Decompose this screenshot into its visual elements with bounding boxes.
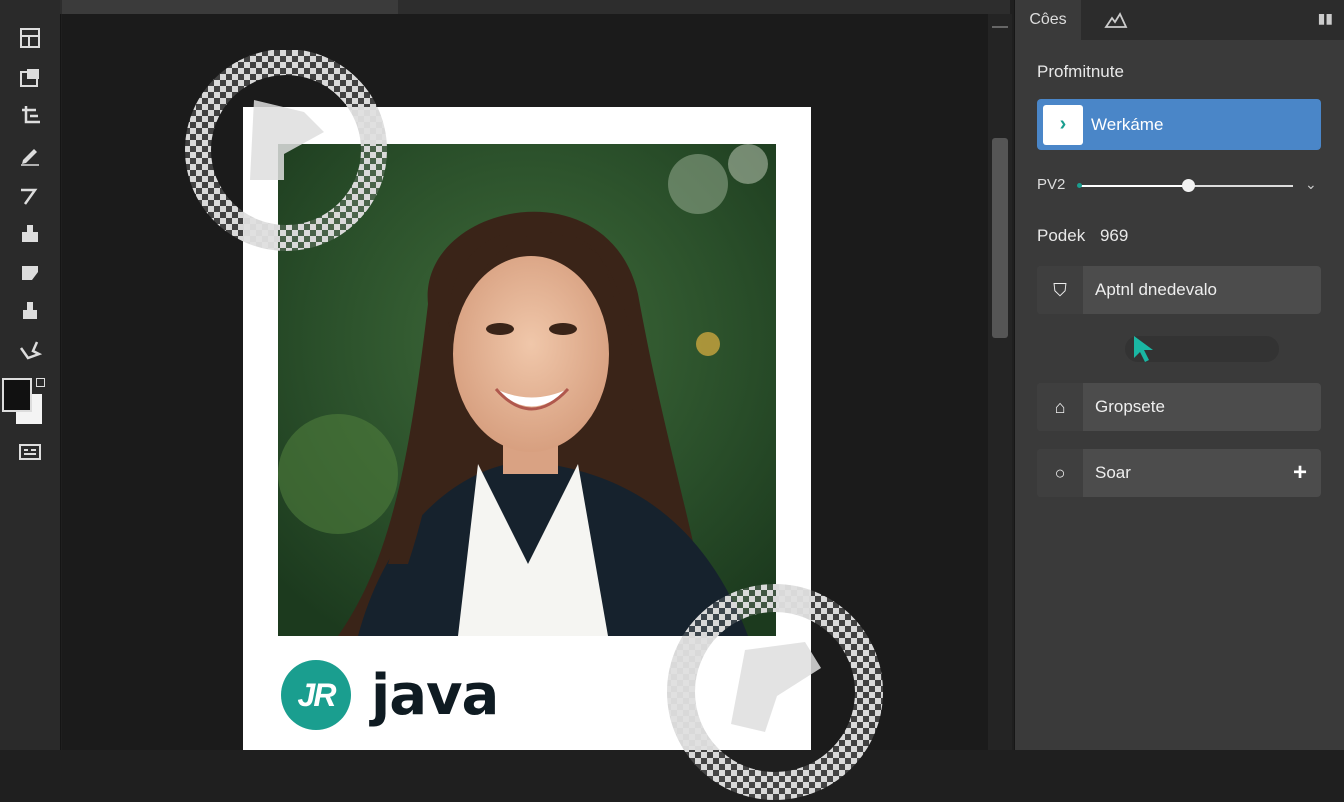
cursor-icon bbox=[1134, 336, 1153, 362]
panel-tabs: Côes ▮▮ bbox=[1015, 0, 1344, 40]
checker-ring-bottom bbox=[667, 584, 883, 800]
stamp-icon[interactable] bbox=[14, 218, 46, 250]
checker-ring-top bbox=[185, 50, 387, 251]
gropsete-button-label: Gropsete bbox=[1095, 397, 1165, 416]
arrow-icon: › bbox=[1043, 104, 1083, 145]
fill-icon[interactable] bbox=[14, 294, 46, 326]
swap-colors-icon[interactable] bbox=[36, 378, 45, 387]
scroll-up-icon[interactable] bbox=[992, 26, 1008, 38]
pixel-label: Podek bbox=[1037, 226, 1086, 245]
tools-toolbar bbox=[0, 0, 61, 750]
apply-button-label: Aptnl dnedevalo bbox=[1095, 280, 1217, 299]
frame-icon[interactable] bbox=[14, 62, 46, 94]
section-title: Profmitnute bbox=[1037, 62, 1124, 81]
gropsete-button[interactable]: ⌂ Gropsete bbox=[1037, 383, 1321, 431]
layers-icon bbox=[1104, 12, 1128, 28]
crop-icon[interactable] bbox=[14, 100, 46, 132]
eraser-icon[interactable] bbox=[14, 256, 46, 288]
tab-properties-label: Côes bbox=[1029, 11, 1067, 28]
properties-panel: Côes ▮▮ Profmitnute › Werkáme PV2 ⌄ Pode… bbox=[1014, 0, 1344, 750]
apply-button[interactable]: ⛉ Aptnl dnedevalo bbox=[1037, 266, 1321, 314]
slider-label: PV2 bbox=[1037, 176, 1066, 193]
tab-layers[interactable] bbox=[1091, 0, 1141, 40]
slider-track[interactable] bbox=[1079, 179, 1293, 192]
pen-icon[interactable] bbox=[14, 140, 46, 172]
brand-badge-icon: JR bbox=[281, 660, 351, 730]
primary-action-label: Werkáme bbox=[1091, 114, 1164, 134]
quick-mask-icon[interactable] bbox=[14, 436, 46, 468]
pixel-readout: Podek 969 bbox=[1037, 226, 1128, 246]
brand-name: java bbox=[371, 662, 499, 728]
artboard-icon[interactable] bbox=[14, 22, 46, 54]
tab-properties[interactable]: Côes bbox=[1015, 0, 1081, 40]
brand-logo: JR java bbox=[281, 655, 499, 735]
size-slider[interactable]: PV2 ⌄ bbox=[1037, 174, 1327, 198]
add-icon[interactable]: + bbox=[1293, 459, 1307, 487]
canvas-scrollbar[interactable] bbox=[988, 14, 1012, 750]
shield-icon: ⛉ bbox=[1037, 266, 1083, 314]
search-button[interactable]: ○ Soar + bbox=[1037, 449, 1321, 497]
pixel-value: 969 bbox=[1099, 226, 1129, 245]
search-icon: ○ bbox=[1037, 449, 1083, 497]
panel-menu-icon[interactable]: ▮▮ bbox=[1318, 10, 1333, 27]
lasso-icon[interactable] bbox=[14, 334, 46, 366]
search-button-label: Soar bbox=[1095, 463, 1131, 482]
document-tab[interactable] bbox=[62, 0, 398, 15]
color-swatches[interactable] bbox=[2, 374, 52, 430]
brush-icon[interactable] bbox=[14, 180, 46, 212]
foreground-color-swatch[interactable] bbox=[2, 378, 32, 412]
slider-fill bbox=[1079, 185, 1189, 187]
briefcase-icon: ⌂ bbox=[1037, 383, 1083, 431]
slider-expand-icon[interactable]: ⌄ bbox=[1305, 176, 1317, 193]
scrollbar-thumb[interactable] bbox=[992, 138, 1008, 338]
document-tab-strip bbox=[60, 0, 1010, 15]
primary-action-button[interactable]: › Werkáme bbox=[1037, 99, 1321, 150]
slider-marker bbox=[1077, 183, 1082, 188]
slider-knob[interactable] bbox=[1182, 179, 1196, 192]
